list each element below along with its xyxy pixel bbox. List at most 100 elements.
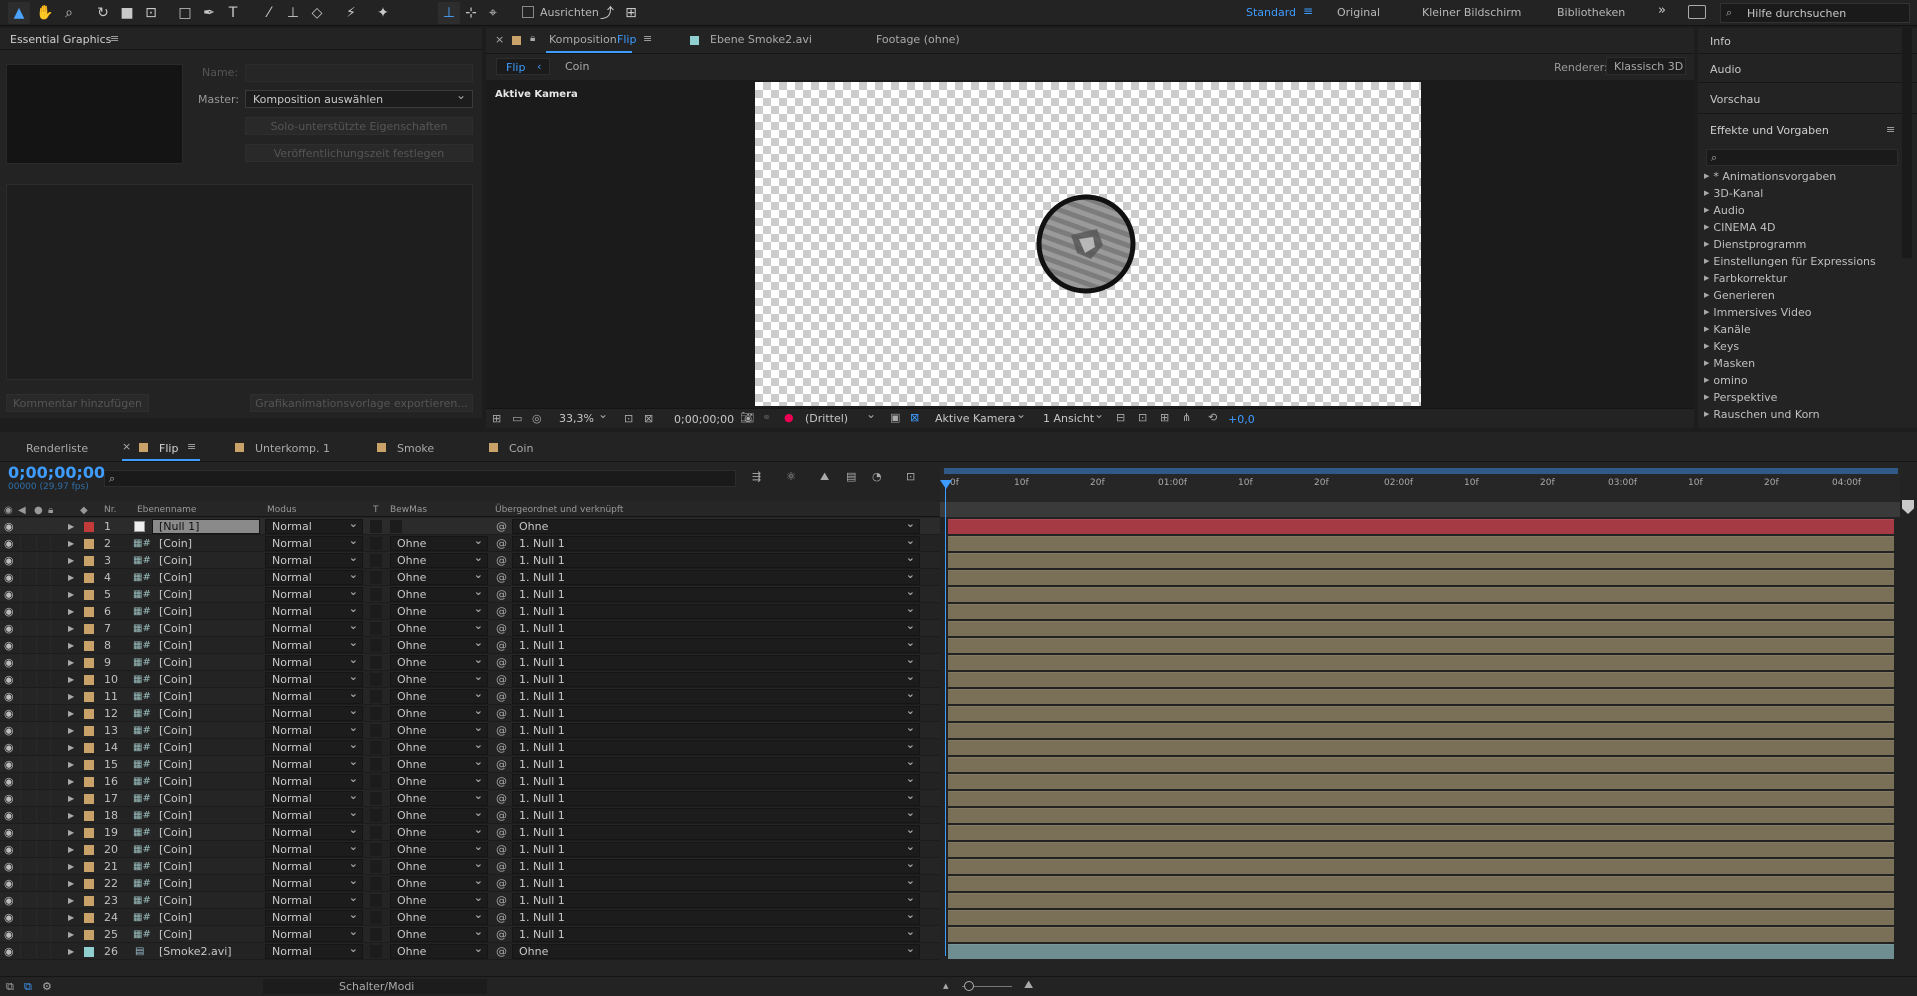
- time-ruler[interactable]: 0f 10f 20f 01:00f 10f 20f 02:00f 10f 20f…: [940, 468, 1900, 502]
- preserve-transparency-toggle[interactable]: [370, 792, 382, 805]
- layer-name-field[interactable]: [Coin]: [152, 655, 260, 670]
- parent-select[interactable]: 1. Null 1 ⌄: [512, 772, 920, 789]
- audio-toggle[interactable]: [20, 858, 32, 873]
- layer-duration-bar[interactable]: [948, 621, 1894, 636]
- clone-stamp-tool-icon[interactable]: ⊥: [282, 2, 304, 24]
- workspace-bibliotheken[interactable]: Bibliotheken: [1557, 6, 1625, 19]
- parent-select[interactable]: 1. Null 1 ⌄: [512, 840, 920, 857]
- pick-whip-icon[interactable]: @: [496, 875, 507, 892]
- layer-label-color[interactable]: [84, 879, 94, 889]
- network-icon[interactable]: ⋔: [1182, 411, 1191, 424]
- text-tool-icon[interactable]: T: [222, 2, 244, 24]
- expand-arrow-icon[interactable]: ▶: [68, 858, 74, 875]
- preserve-transparency-toggle[interactable]: [370, 911, 382, 924]
- track-matte-select[interactable]: Ohne ⌄: [390, 602, 488, 619]
- audio-toggle[interactable]: [20, 807, 32, 822]
- track-matte-select[interactable]: Ohne ⌄: [390, 908, 488, 925]
- blend-mode-select[interactable]: Normal ⌄: [265, 636, 363, 653]
- pick-whip-icon[interactable]: @: [496, 569, 507, 586]
- eye-icon[interactable]: ◉: [4, 637, 14, 654]
- track-matte-select[interactable]: Ohne ⌄: [390, 840, 488, 857]
- preserve-transparency-toggle[interactable]: [370, 826, 382, 839]
- preserve-transparency-toggle[interactable]: [370, 673, 382, 686]
- audio-toggle[interactable]: [20, 824, 32, 839]
- audio-toggle[interactable]: [20, 875, 32, 890]
- effects-item[interactable]: Einstellungen für Expressions: [1704, 253, 1875, 270]
- pick-whip-icon[interactable]: @: [496, 620, 507, 637]
- audio-panel-header[interactable]: Audio: [1698, 55, 1917, 83]
- tab-coin[interactable]: Coin: [509, 442, 533, 455]
- mask-visibility-icon[interactable]: ◎: [532, 412, 542, 425]
- eg-name-field[interactable]: [245, 64, 473, 82]
- blend-mode-select[interactable]: Normal ⌄: [265, 517, 363, 534]
- timeline-nav-bar[interactable]: [940, 502, 1900, 517]
- blend-mode-select[interactable]: Normal ⌄: [265, 789, 363, 806]
- track-matte-select[interactable]: Ohne ⌄: [390, 891, 488, 908]
- more-workspaces-icon[interactable]: »: [1658, 3, 1666, 18]
- sync-settings-icon[interactable]: [1688, 5, 1706, 19]
- lock-toggle[interactable]: [50, 858, 62, 873]
- layer-name-field[interactable]: [Coin]: [152, 859, 260, 874]
- layer-label-color[interactable]: [84, 522, 94, 532]
- lock-toggle[interactable]: [50, 807, 62, 822]
- layer-name-field[interactable]: [Null 1]: [152, 519, 260, 534]
- lock-toggle[interactable]: [50, 841, 62, 856]
- effects-search-input[interactable]: ⌕: [1706, 149, 1898, 166]
- layer-label-color[interactable]: [84, 539, 94, 549]
- frame-blending-icon[interactable]: ▤: [846, 470, 856, 483]
- lock-toggle[interactable]: [50, 943, 62, 958]
- zoom-tool-icon[interactable]: ⌕: [58, 2, 80, 24]
- preserve-transparency-toggle[interactable]: [370, 639, 382, 652]
- layer-duration-bar[interactable]: [948, 638, 1894, 653]
- layer-name-field[interactable]: [Coin]: [152, 774, 260, 789]
- solo-toggle[interactable]: [36, 688, 48, 703]
- pick-whip-icon[interactable]: @: [496, 535, 507, 552]
- expand-arrow-icon[interactable]: ▶: [68, 739, 74, 756]
- pick-whip-icon[interactable]: @: [496, 926, 507, 943]
- track-matte-select[interactable]: Ohne ⌄: [390, 585, 488, 602]
- pick-whip-icon[interactable]: @: [496, 756, 507, 773]
- layer-label-color[interactable]: [84, 828, 94, 838]
- pick-whip-icon[interactable]: @: [496, 688, 507, 705]
- solo-toggle[interactable]: [36, 620, 48, 635]
- layer-label-color[interactable]: [84, 573, 94, 583]
- pick-whip-icon[interactable]: @: [496, 790, 507, 807]
- preserve-transparency-toggle[interactable]: [370, 656, 382, 669]
- transparency-toggle-icon[interactable]: ⊠: [910, 411, 919, 424]
- layer-row[interactable]: ◉ ▶ 4 ▦# [Coin] Normal ⌄ Ohne ⌄ @1. Null 1 ⌄: [0, 568, 1917, 586]
- pick-whip-icon[interactable]: @: [496, 909, 507, 926]
- eye-icon[interactable]: ◉: [4, 943, 14, 960]
- parent-select[interactable]: 1. Null 1 ⌄: [512, 908, 920, 925]
- expand-arrow-icon[interactable]: ▶: [68, 518, 74, 535]
- effects-item[interactable]: Perspektive: [1704, 389, 1777, 406]
- blend-mode-select[interactable]: Normal ⌄: [265, 568, 363, 585]
- layer-row[interactable]: ◉ ▶ 18 ▦# [Coin] Normal ⌄ Ohne ⌄ @1. Null 1 ⌄: [0, 806, 1917, 824]
- toggle-switches-modes[interactable]: Schalter/Modi: [263, 979, 487, 994]
- solo-toggle[interactable]: [36, 654, 48, 669]
- layer-name-field[interactable]: [Coin]: [152, 587, 260, 602]
- layer-label-color[interactable]: [84, 947, 94, 957]
- brush-tool-icon[interactable]: ⁄: [258, 2, 280, 24]
- layer-row[interactable]: ◉ ▶ 12 ▦# [Coin] Normal ⌄ Ohne ⌄ @1. Null 1 ⌄: [0, 704, 1917, 722]
- comp-mini-flowchart-icon[interactable]: ⇶: [752, 470, 761, 483]
- layer-duration-bar[interactable]: [948, 944, 1894, 959]
- lock-toggle[interactable]: [50, 756, 62, 771]
- expand-arrow-icon[interactable]: ▶: [68, 654, 74, 671]
- parent-select[interactable]: 1. Null 1 ⌄: [512, 874, 920, 891]
- playhead-handle[interactable]: [940, 480, 952, 489]
- solo-toggle[interactable]: [36, 552, 48, 567]
- channel-icon[interactable]: ●: [784, 411, 794, 424]
- layer-label-color[interactable]: [84, 743, 94, 753]
- layer-duration-bar[interactable]: [948, 910, 1894, 925]
- layer-switches-icon[interactable]: ⧉: [6, 980, 14, 994]
- expand-arrow-icon[interactable]: ▶: [68, 586, 74, 603]
- col-name[interactable]: Ebenenname: [137, 505, 196, 515]
- solo-toggle[interactable]: [36, 807, 48, 822]
- layer-row[interactable]: ◉ ▶ 1 [Null 1] Normal ⌄ @ Ohne ⌄: [0, 517, 1917, 535]
- track-matte-select[interactable]: Ohne ⌄: [390, 534, 488, 551]
- lock-toggle[interactable]: [50, 671, 62, 686]
- lock-toggle[interactable]: [50, 518, 62, 533]
- layer-row[interactable]: ◉ ▶ 14 ▦# [Coin] Normal ⌄ Ohne ⌄ @1. Null 1 ⌄: [0, 738, 1917, 756]
- eye-icon[interactable]: ◉: [4, 569, 14, 586]
- layer-label-color[interactable]: [84, 777, 94, 787]
